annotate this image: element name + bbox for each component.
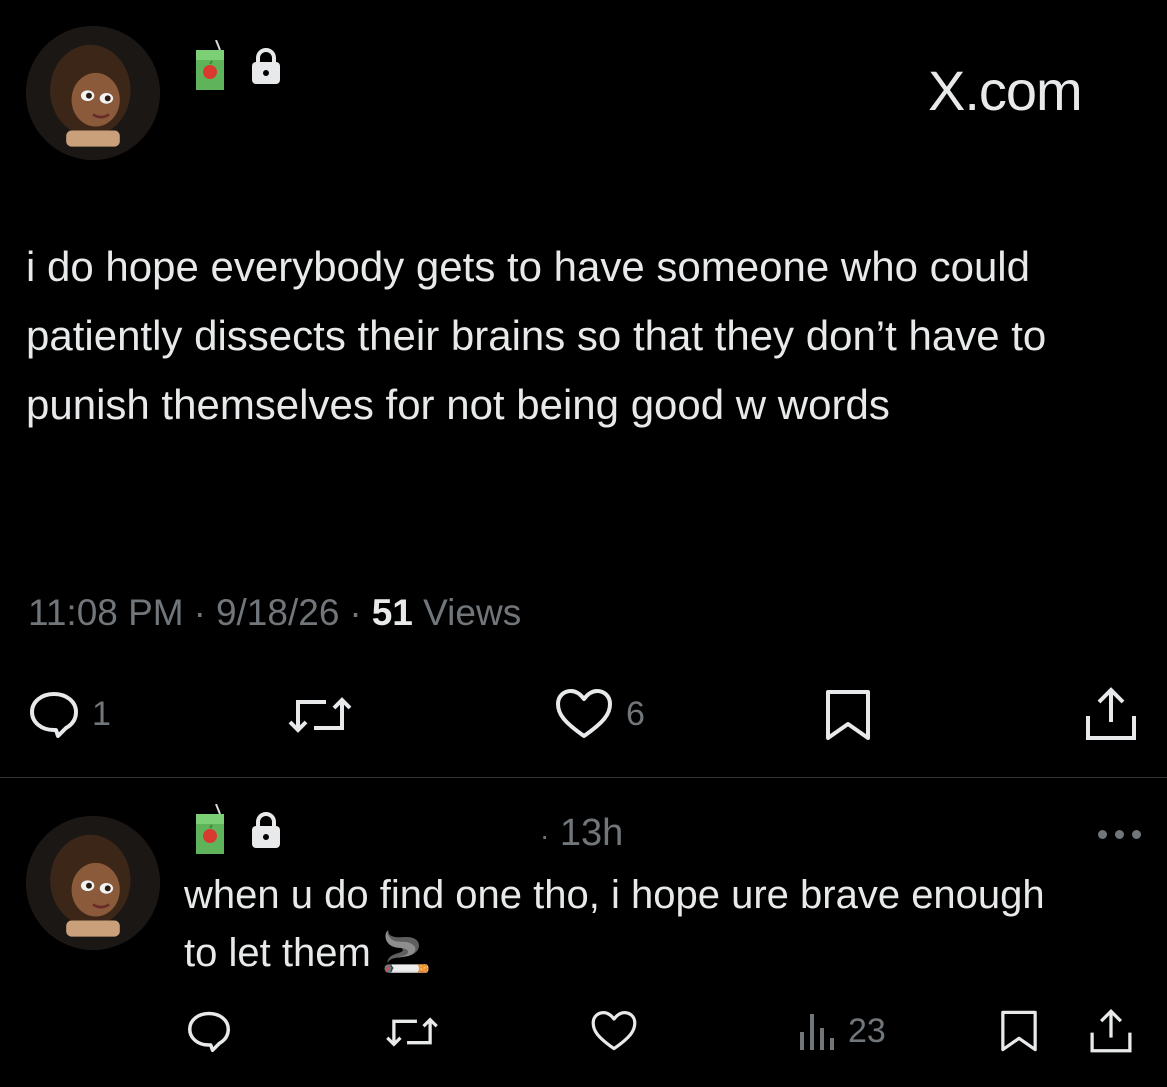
more-dot — [1098, 830, 1107, 839]
bookmark-button[interactable] — [822, 688, 874, 742]
juice-box-icon — [194, 40, 228, 92]
retweet-icon — [286, 694, 354, 736]
avatar[interactable] — [26, 26, 160, 160]
tweet-date[interactable]: 9/18/26 — [216, 592, 339, 634]
share-icon — [1084, 686, 1138, 742]
reply-reply-button[interactable] — [186, 1010, 232, 1052]
reply-avatar[interactable] — [26, 816, 160, 950]
more-options-button[interactable] — [1098, 830, 1141, 839]
tweet-meta: 11:08 PM · 9/18/26 · 51 Views — [28, 592, 521, 634]
like-count: 6 — [626, 694, 645, 733]
bookmark-icon — [822, 688, 874, 742]
reply-button[interactable]: 1 — [28, 690, 111, 738]
bookmark-icon — [998, 1008, 1040, 1054]
more-dot — [1115, 830, 1124, 839]
reply-icon — [28, 690, 80, 738]
views-label: Views — [423, 592, 522, 633]
retweet-button[interactable] — [286, 694, 354, 736]
author-badges — [194, 40, 282, 92]
reply-views-button[interactable]: 23 — [796, 1010, 886, 1052]
reply-share-button[interactable] — [1088, 1008, 1134, 1054]
lock-icon — [250, 811, 282, 849]
views-link[interactable]: 51 Views — [372, 592, 521, 634]
reply-time-label: 13h — [559, 812, 624, 854]
reply-icon — [186, 1010, 232, 1052]
reply-retweet-button[interactable] — [384, 1014, 440, 1050]
divider — [0, 777, 1167, 778]
reply-author-badges — [194, 804, 282, 856]
like-button[interactable]: 6 — [554, 688, 645, 740]
share-button[interactable] — [1084, 686, 1138, 742]
views-count: 23 — [848, 1011, 886, 1050]
reply-bookmark-button[interactable] — [998, 1008, 1040, 1054]
tweet-time[interactable]: 11:08 PM — [28, 592, 184, 634]
reply-time[interactable]: · 13h — [540, 812, 623, 855]
site-label: X.com — [928, 59, 1083, 122]
retweet-icon — [384, 1014, 440, 1050]
juice-box-icon — [194, 804, 228, 856]
lock-icon — [250, 47, 282, 85]
views-icon — [796, 1010, 836, 1052]
reply-count: 1 — [92, 694, 111, 733]
reply-time-dot: · — [540, 820, 550, 851]
tweet-text: i do hope everybody gets to have someone… — [26, 243, 1047, 428]
reply-like-button[interactable] — [590, 1010, 638, 1052]
reply-text: when u do find one tho, i hope ure brave… — [184, 873, 1045, 975]
heart-icon — [590, 1010, 638, 1052]
more-dot — [1132, 830, 1141, 839]
meta-separator: · — [349, 592, 362, 633]
share-icon — [1088, 1008, 1134, 1054]
views-count: 51 — [371, 592, 413, 633]
meta-separator: · — [193, 592, 206, 633]
heart-icon — [554, 688, 614, 740]
